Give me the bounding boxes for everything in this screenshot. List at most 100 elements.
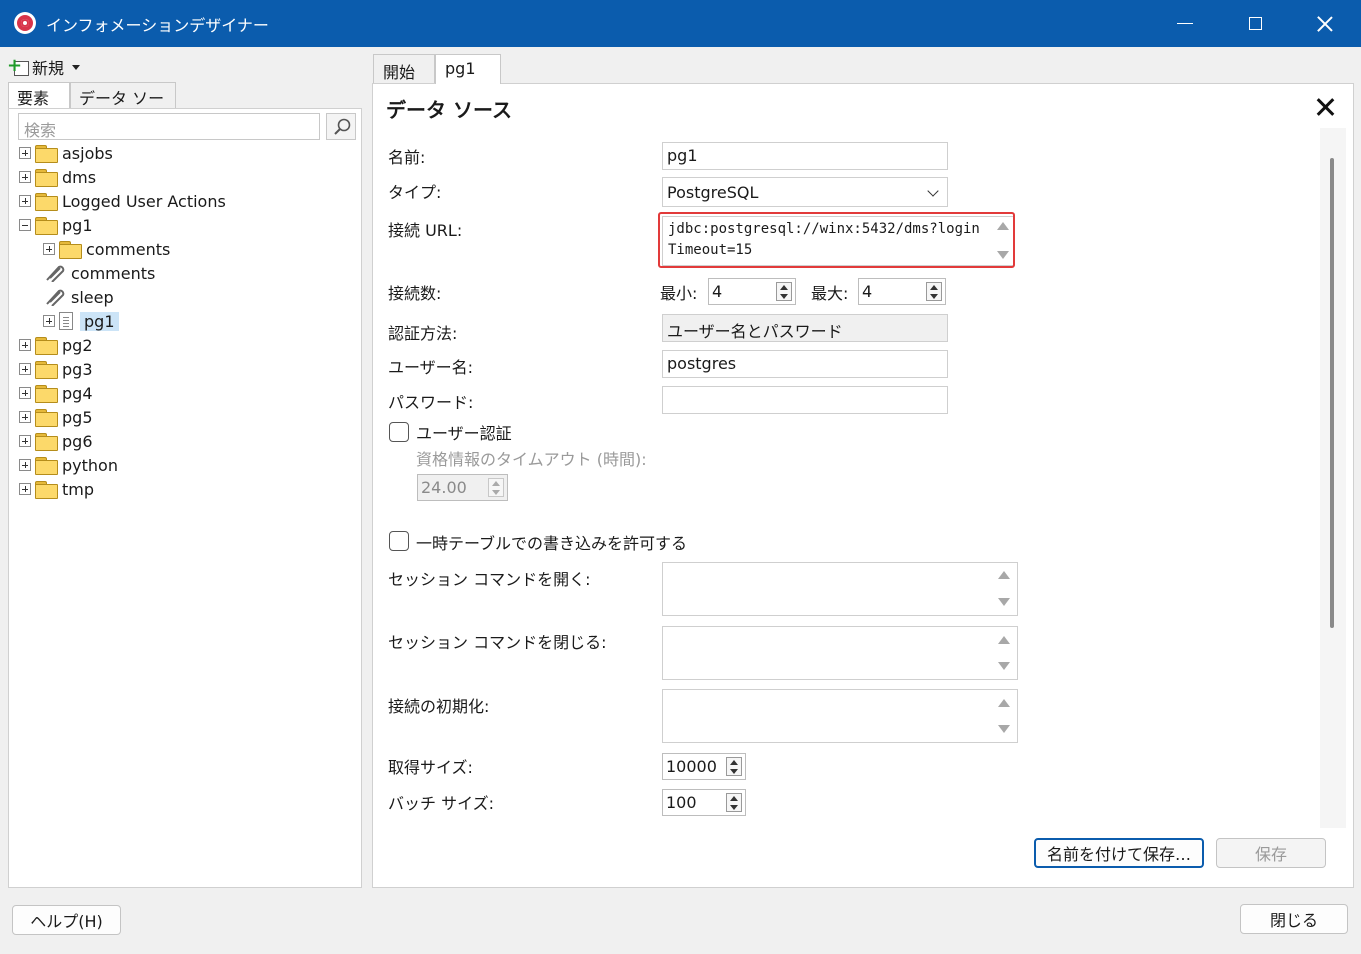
panel-scrollbar[interactable] [1320,128,1346,828]
search-button[interactable] [326,113,356,140]
maximize-button[interactable] [1220,0,1290,47]
tree-item[interactable]: pg5 [19,405,359,429]
minimize-button[interactable] [1150,0,1220,47]
batch-size-value: 100 [666,793,697,812]
tab-pg1[interactable]: pg1 [435,54,501,84]
folder-icon [35,145,58,163]
batch-size-stepper[interactable]: 100 [662,789,746,816]
expand-icon[interactable] [19,387,31,399]
tree-item[interactable]: sleep [19,285,359,309]
document-icon [59,312,73,330]
password-field[interactable] [662,386,948,414]
url-highlight-box [658,212,1015,268]
temp-table-checkbox[interactable] [389,531,409,551]
username-field[interactable]: postgres [662,350,948,378]
password-label: パスワード: [388,393,474,412]
connections-label: 接続数: [388,284,442,303]
expand-icon[interactable] [19,171,31,183]
tree-item[interactable]: pg6 [19,429,359,453]
scroll-up-icon[interactable] [998,699,1010,707]
spinner-icon[interactable] [488,478,504,497]
tree-item[interactable]: pg3 [19,357,359,381]
expand-icon[interactable] [19,411,31,423]
tab-start[interactable]: 開始 [373,54,435,84]
min-label: 最小: [660,284,698,303]
tree-item-label: pg1 [80,311,119,331]
expand-icon[interactable] [19,339,31,351]
save-as-button[interactable]: 名前を付けて保存… [1034,838,1204,868]
close-window-button[interactable] [1290,0,1360,47]
close-session-textarea[interactable] [662,626,1018,680]
scroll-down-icon[interactable] [998,662,1010,670]
tree-item[interactable]: pg2 [19,333,359,357]
auth-method-field[interactable]: ユーザー名とパスワード [662,314,948,342]
tree-item[interactable]: pg1 [19,213,359,237]
spinner-icon[interactable] [776,282,792,301]
tree-item[interactable]: python [19,453,359,477]
folder-icon [35,361,58,379]
scroll-up-icon[interactable] [998,571,1010,579]
expand-icon[interactable] [19,195,31,207]
help-button[interactable]: ヘルプ(H) [12,905,121,935]
new-button-label: 新規 [32,59,65,78]
new-button[interactable]: 新規 [7,55,81,78]
tree-item-label: sleep [71,287,114,307]
scroll-down-icon[interactable] [998,598,1010,606]
tree-item-selected[interactable]: pg1 [19,309,359,333]
maximize-icon [1248,17,1262,30]
search-placeholder: 検索 [24,121,57,140]
expand-icon[interactable] [19,483,31,495]
max-connections-stepper[interactable]: 4 [858,278,946,305]
expand-icon[interactable] [43,315,55,327]
save-label: 保存 [1254,845,1287,864]
type-label: タイプ: [388,183,442,202]
spinner-icon[interactable] [926,282,942,301]
tab-elements[interactable]: 要素 [8,82,70,109]
tree-item-label: python [62,455,118,475]
open-session-textarea[interactable] [662,562,1018,616]
collapse-icon[interactable] [19,219,31,231]
min-connections-stepper[interactable]: 4 [708,278,796,305]
expand-icon[interactable] [43,243,55,255]
name-field[interactable]: pg1 [662,142,948,170]
expand-icon[interactable] [19,435,31,447]
help-label: ヘルプ(H) [30,912,103,931]
scroll-down-icon[interactable] [998,725,1010,733]
tree-item[interactable]: pg4 [19,381,359,405]
tree-item[interactable]: comments [19,261,359,285]
credential-timeout-label: 資格情報のタイムアウト (時間): [416,450,647,469]
folder-icon [35,169,58,187]
init-textarea[interactable] [662,689,1018,743]
folder-icon [35,433,58,451]
user-auth-label: ユーザー認証 [416,424,512,443]
save-button[interactable]: 保存 [1216,838,1326,868]
spinner-icon[interactable] [726,757,742,776]
close-tab-icon[interactable] [1316,97,1336,117]
name-label: 名前: [388,148,426,167]
fetch-size-stepper[interactable]: 10000 [662,753,746,780]
expand-icon[interactable] [19,363,31,375]
tree-item-label: pg5 [62,407,93,427]
expand-icon[interactable] [19,147,31,159]
tree-item-label: comments [71,263,156,283]
close-dialog-button[interactable]: 閉じる [1240,904,1348,934]
app-icon [14,12,36,34]
credential-timeout-stepper[interactable]: 24.00 [417,474,508,501]
spinner-icon[interactable] [726,793,742,812]
tree-item[interactable]: comments [19,237,359,261]
tree-item[interactable]: dms [19,165,359,189]
close-dialog-label: 閉じる [1269,911,1318,930]
scrollbar-thumb[interactable] [1330,158,1334,628]
tree-item[interactable]: asjobs [19,141,359,165]
type-select[interactable]: PostgreSQL [662,177,948,207]
tab-data-sources[interactable]: データ ソース [70,82,176,132]
expand-icon[interactable] [19,459,31,471]
tree-item-label: dms [62,167,97,187]
scroll-up-icon[interactable] [998,636,1010,644]
tree-item[interactable]: tmp [19,477,359,501]
search-input[interactable]: 検索 [18,113,320,140]
tree-item[interactable]: Logged User Actions [19,189,359,213]
tree-item-label: pg3 [62,359,93,379]
user-auth-checkbox[interactable] [389,422,409,442]
search-icon [334,118,351,135]
